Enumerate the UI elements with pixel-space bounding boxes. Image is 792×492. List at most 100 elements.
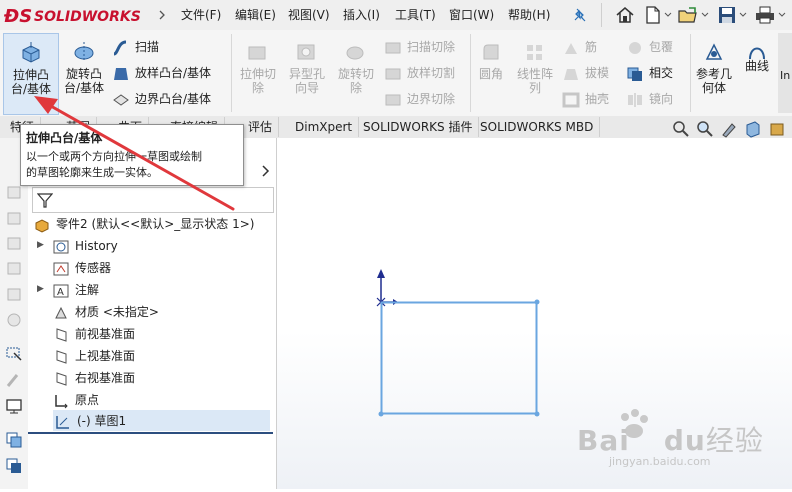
- logo-text: SOLIDWORKS: [34, 9, 141, 25]
- copy-view-icon[interactable]: [5, 431, 23, 449]
- extrude-cut-button[interactable]: 拉伸切 除: [235, 33, 281, 113]
- swept-cut-button[interactable]: 扫描切除: [384, 36, 455, 58]
- revolve-boss-button[interactable]: 旋转凸 台/基体: [60, 33, 108, 113]
- menu-file[interactable]: 文件(F): [181, 6, 221, 23]
- menu-view[interactable]: 视图(V): [288, 6, 330, 23]
- menu-window[interactable]: 窗口(W): [449, 6, 494, 23]
- menu-insert[interactable]: 插入(I): [343, 6, 380, 23]
- reference-geometry-button[interactable]: 参考几 何体: [693, 33, 735, 113]
- menu-edit[interactable]: 编辑(E): [235, 6, 276, 23]
- paste-view-icon[interactable]: [5, 457, 23, 475]
- shell-button[interactable]: 抽壳: [562, 88, 609, 110]
- wrap-button[interactable]: 包覆: [626, 36, 673, 58]
- linear-pattern-button[interactable]: 线性阵 列: [510, 33, 560, 113]
- shell-icon: [562, 92, 580, 108]
- tree-item-origin[interactable]: 原点: [53, 390, 99, 410]
- extrude-cut-icon: [246, 41, 268, 63]
- sphere-feature-icon[interactable]: [5, 311, 23, 329]
- home-icon[interactable]: [614, 4, 636, 26]
- mirror-button[interactable]: 镜向: [626, 88, 673, 110]
- chevron-down-icon[interactable]: [701, 8, 709, 22]
- draft-button[interactable]: 拔模: [562, 62, 609, 84]
- view-orientation-icon[interactable]: [768, 120, 786, 138]
- intersect-button[interactable]: 相交: [626, 62, 673, 84]
- watermark-brand-b: du: [663, 424, 706, 457]
- revolve-feature-icon[interactable]: [5, 234, 23, 252]
- select-tool-icon[interactable]: [5, 345, 23, 363]
- tab-solidworks-addins[interactable]: SOLIDWORKS 插件: [357, 117, 480, 137]
- tree-item-material[interactable]: 材质 <未指定>: [53, 302, 159, 322]
- feature-filter-box[interactable]: [32, 187, 274, 213]
- chevron-down-icon[interactable]: [739, 8, 747, 22]
- tab-dimxpert[interactable]: DimXpert: [289, 117, 360, 137]
- save-icon[interactable]: [716, 4, 738, 26]
- zoom-to-area-icon[interactable]: [696, 120, 714, 138]
- sweep-button[interactable]: 扫描: [112, 36, 159, 58]
- tree-item-sketch1[interactable]: (-) 草图1: [55, 411, 126, 431]
- rib-button[interactable]: 筋: [562, 36, 597, 58]
- sketch-rectangle[interactable]: [380, 301, 538, 415]
- mirror-icon: [626, 92, 644, 108]
- new-document-icon[interactable]: [642, 4, 664, 26]
- swept-cut-icon: [384, 40, 402, 56]
- lofted-cut-label: 放样切割: [407, 66, 456, 80]
- menu-tools[interactable]: 工具(T): [395, 6, 436, 23]
- revolve-cut-icon: [344, 41, 366, 63]
- curves-button[interactable]: 曲线: [738, 33, 776, 113]
- boundary-cut-icon: [384, 92, 402, 108]
- section-view-icon[interactable]: [744, 120, 762, 138]
- rollback-bar[interactable]: [28, 432, 273, 434]
- tree-item-top-plane[interactable]: 上视基准面: [53, 346, 135, 366]
- boundary-boss-button[interactable]: 边界凸台/基体: [112, 88, 211, 110]
- chevron-down-icon[interactable]: [664, 8, 672, 22]
- menu-help[interactable]: 帮助(H): [508, 6, 550, 23]
- print-icon[interactable]: [754, 4, 776, 26]
- expand-arrow-icon[interactable]: ▶: [37, 240, 44, 250]
- cut-feature-icon[interactable]: [5, 209, 23, 227]
- previous-view-icon[interactable]: [720, 120, 738, 138]
- tree-item-label: 传感器: [75, 261, 112, 275]
- instant3d-label: In: [780, 69, 791, 82]
- tree-item-front-plane[interactable]: 前视基准面: [53, 324, 135, 344]
- display-pane-icon[interactable]: [5, 397, 23, 415]
- measure-tool-icon[interactable]: [5, 371, 23, 389]
- pattern-feature-icon[interactable]: [5, 285, 23, 303]
- zoom-to-fit-icon[interactable]: [672, 120, 690, 138]
- fillet-label: 圆角: [478, 67, 503, 81]
- loft-boss-button[interactable]: 放样凸台/基体: [112, 62, 211, 84]
- tree-item-annotations[interactable]: A 注解: [53, 280, 99, 300]
- boundary-cut-label: 边界切除: [407, 92, 456, 106]
- tab-solidworks-mbd[interactable]: SOLIDWORKS MBD: [474, 117, 601, 137]
- chevron-right-icon[interactable]: [260, 162, 272, 180]
- menu-expand-icon[interactable]: [158, 2, 166, 28]
- lofted-cut-button[interactable]: 放样切割: [384, 62, 455, 84]
- boundary-cut-button[interactable]: 边界切除: [384, 88, 455, 110]
- plane-icon: [53, 327, 69, 343]
- tab-evaluate[interactable]: 评估: [242, 117, 280, 137]
- revolve-cut-button[interactable]: 旋转切 除: [333, 33, 379, 113]
- extrude-boss-button[interactable]: 拉伸凸 台/基体: [3, 33, 59, 115]
- fillet-button[interactable]: 圆角: [474, 33, 508, 113]
- tree-item-right-plane[interactable]: 右视基准面: [53, 368, 135, 388]
- tooltip-line-2: 的草图轮廓来生成一实体。: [26, 166, 158, 179]
- menu-separator: [601, 3, 602, 27]
- instant3d-button[interactable]: In: [778, 33, 792, 113]
- expand-arrow-icon[interactable]: ▶: [37, 284, 44, 294]
- watermark-url: jingyan.baidu.com: [609, 455, 711, 468]
- boundary-boss-icon: [112, 92, 130, 108]
- part-icon: [34, 217, 50, 233]
- solidworks-logo[interactable]: ƉS SOLIDWORKS: [3, 4, 154, 27]
- shell-feature-icon[interactable]: [5, 259, 23, 277]
- origin-icon: [53, 393, 69, 409]
- sketch-point[interactable]: [534, 299, 540, 305]
- sketch-point[interactable]: [378, 411, 384, 417]
- linear-pattern-label-1: 线性阵: [516, 67, 553, 81]
- sketch-point[interactable]: [534, 411, 540, 417]
- open-folder-icon[interactable]: [677, 4, 699, 26]
- tree-item-sensors[interactable]: 传感器: [53, 258, 111, 278]
- tree-root-part[interactable]: 零件2 (默认<<默认>_显示状态 1>): [34, 214, 254, 234]
- chevron-down-icon[interactable]: [778, 8, 786, 22]
- tree-item-history[interactable]: History: [53, 236, 118, 256]
- hole-wizard-button[interactable]: 异型孔 向导: [284, 33, 330, 113]
- pin-icon[interactable]: [572, 7, 588, 23]
